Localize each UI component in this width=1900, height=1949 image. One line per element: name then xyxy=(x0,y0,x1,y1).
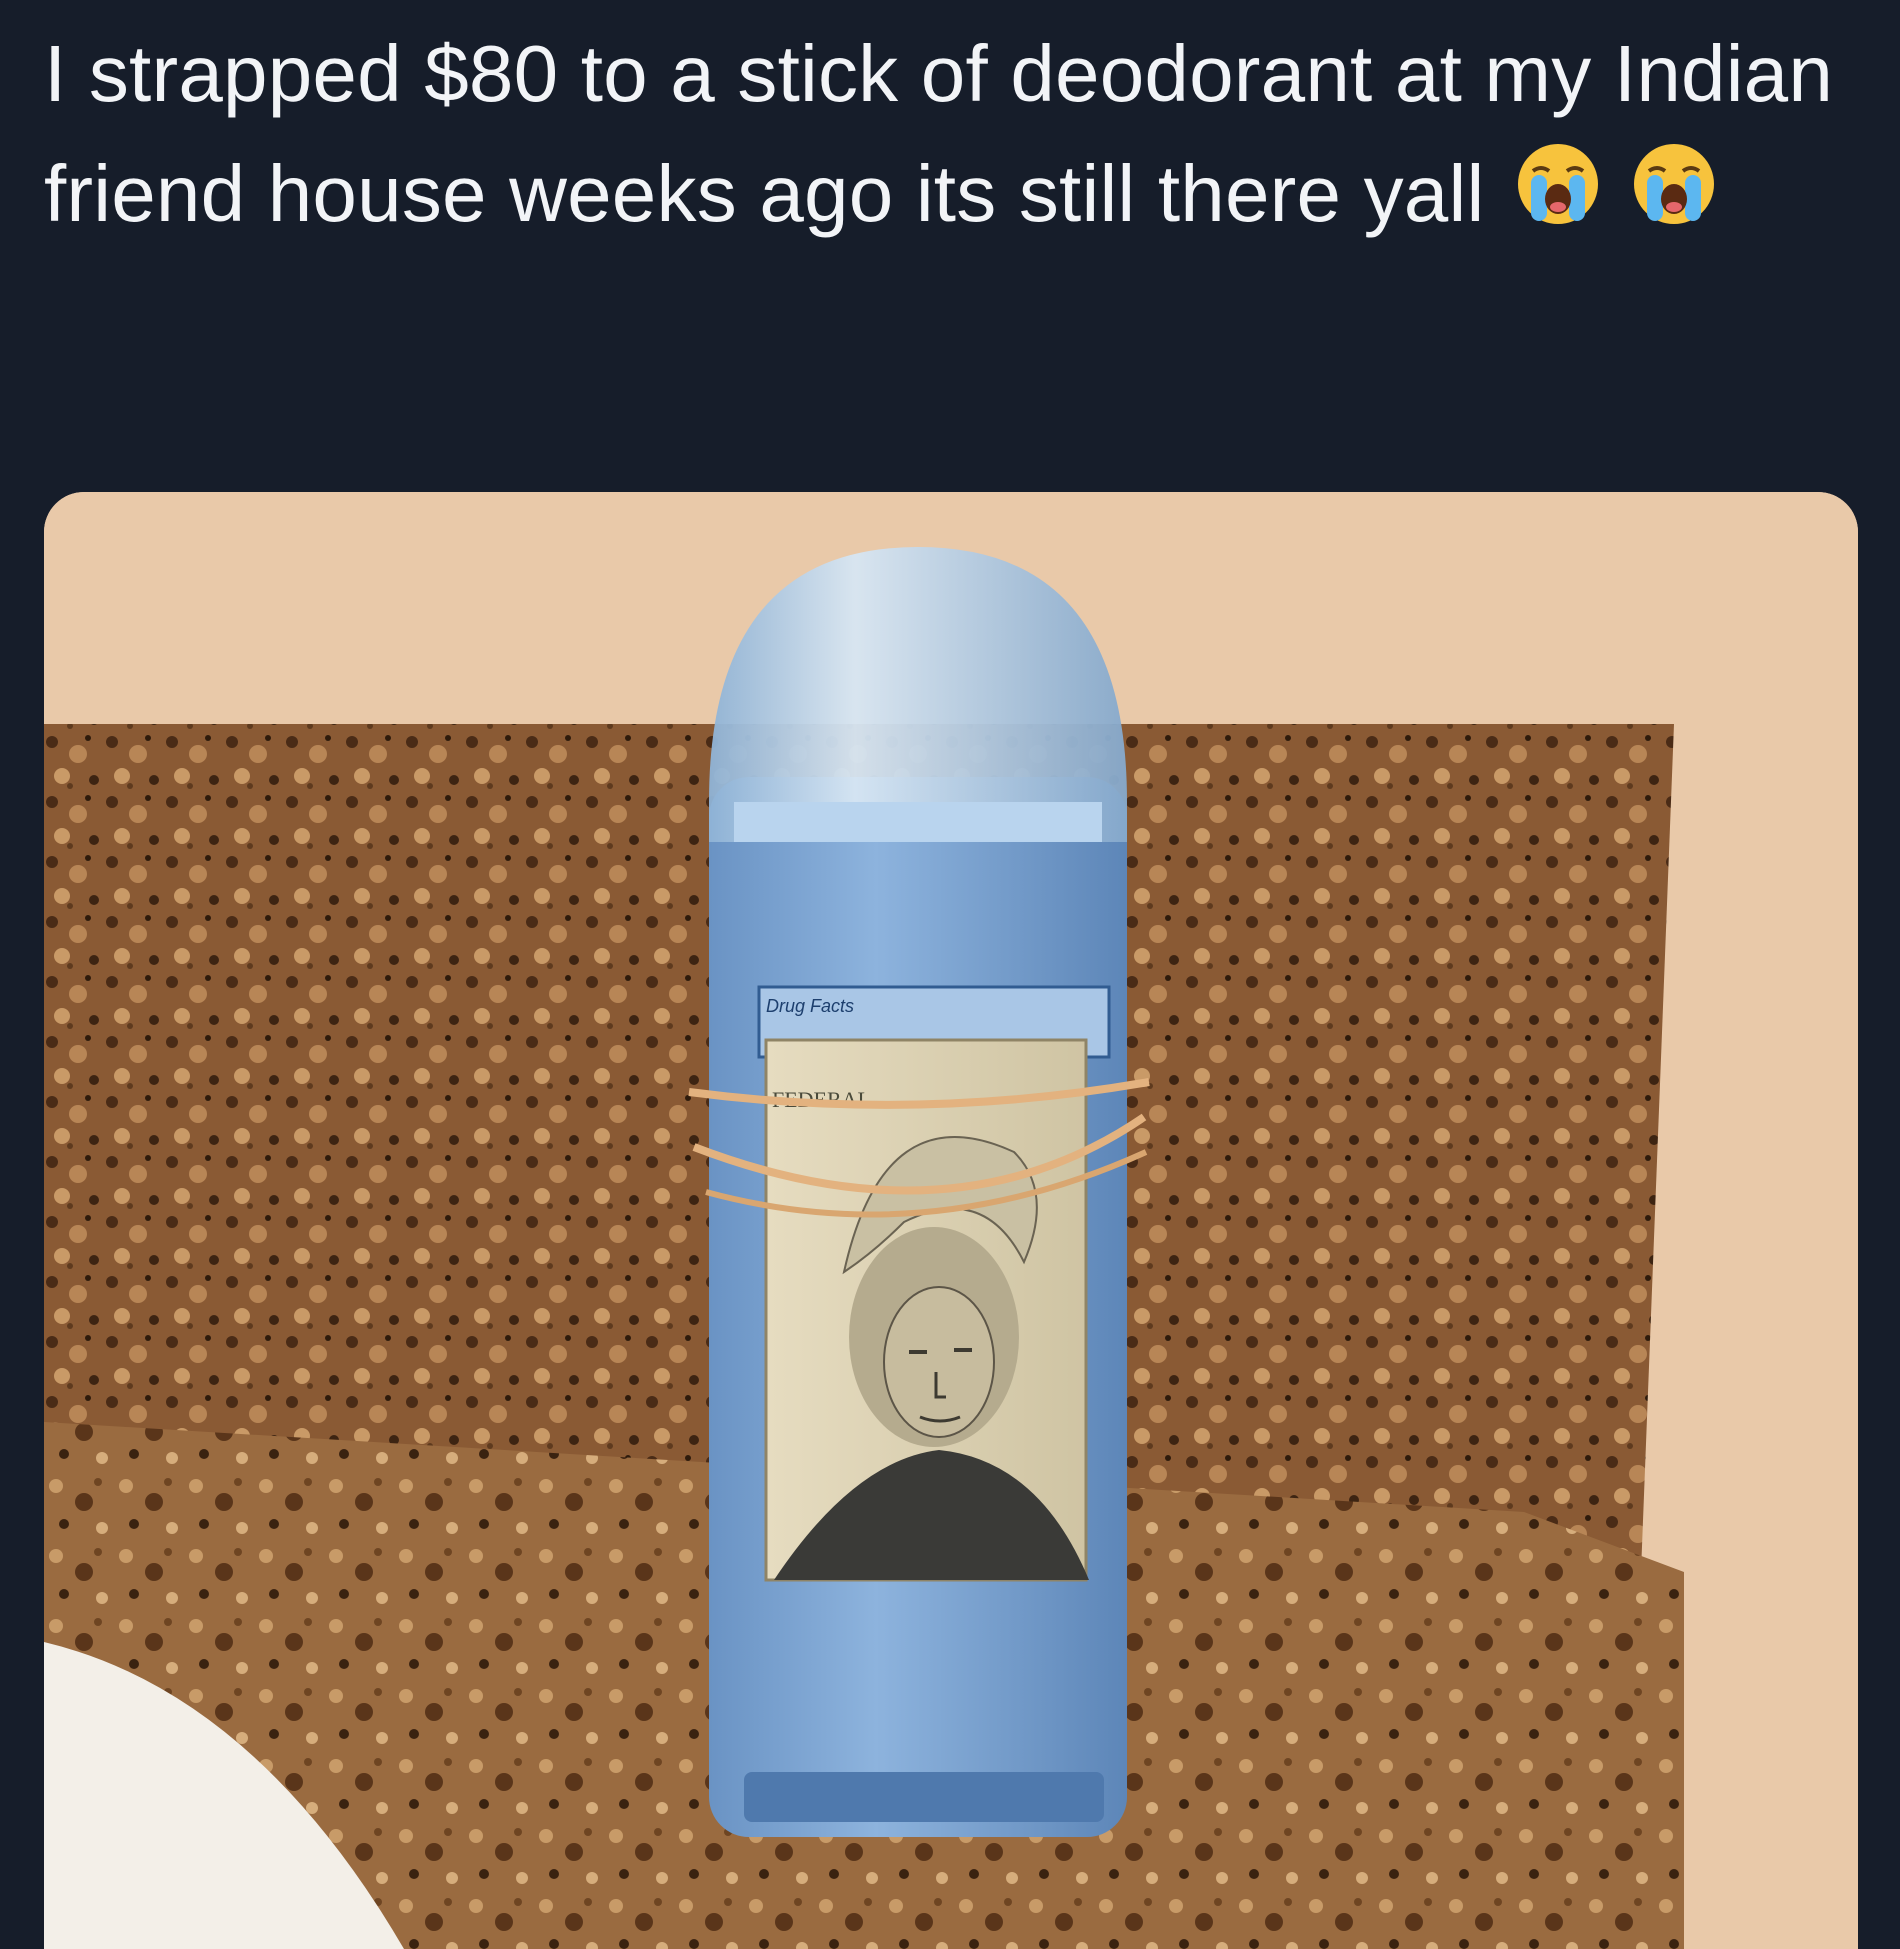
label-text: Drug Facts xyxy=(766,996,854,1016)
deodorant-stick: Drug Facts FEDERAL xyxy=(688,547,1150,1837)
loudly-crying-face-icon xyxy=(1631,140,1717,260)
meme-post: I strapped $80 to a stick of deodorant a… xyxy=(0,0,1900,1949)
photo-illustration: Drug Facts FEDERAL xyxy=(44,492,1858,1949)
post-text-block: I strapped $80 to a stick of deodorant a… xyxy=(44,14,1874,260)
deodorant-photo: Drug Facts FEDERAL xyxy=(44,492,1858,1949)
loudly-crying-face-icon xyxy=(1515,140,1601,260)
